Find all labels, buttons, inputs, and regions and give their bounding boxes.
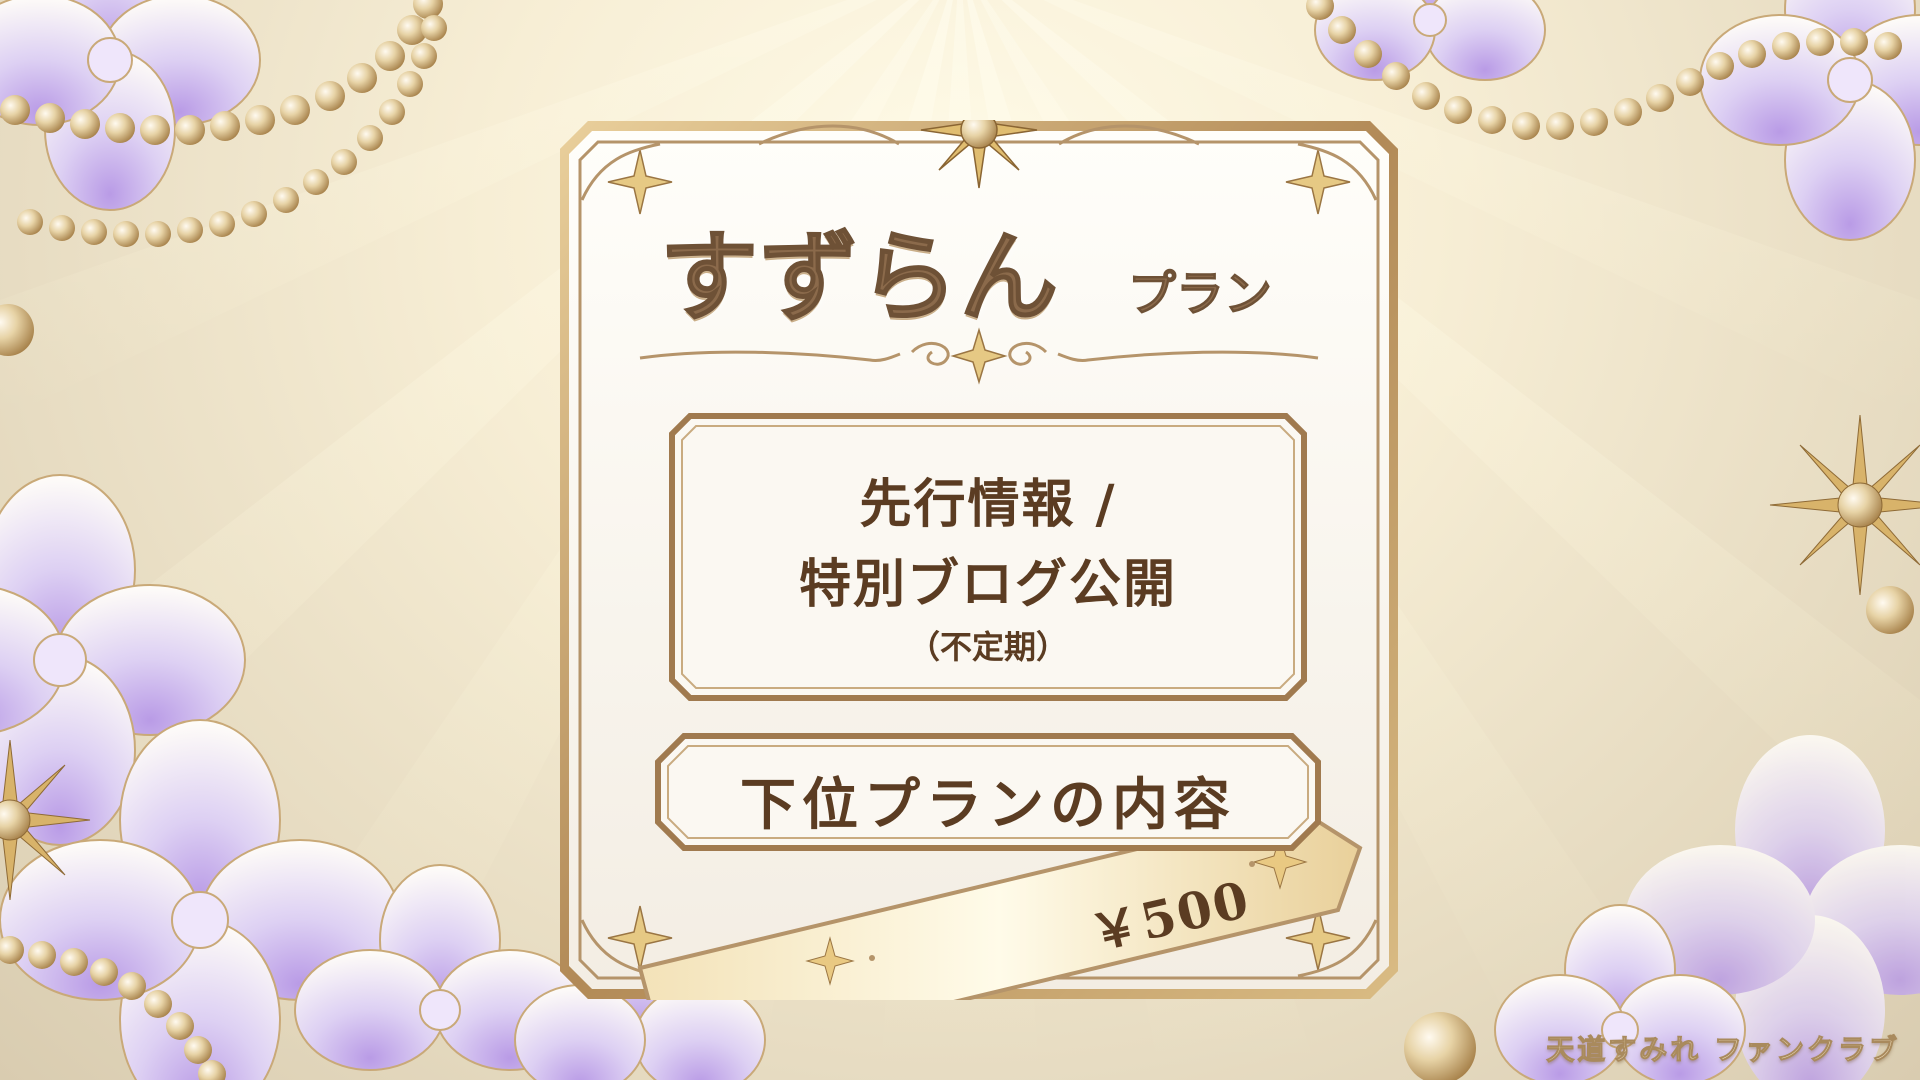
pearl-icon [1404, 1012, 1476, 1080]
brand-label: 天道すみれ ファンクラブ [1546, 1033, 1900, 1067]
plan-card: すずらん プラン 先行情報 / 特別ブログ公開 （不定期） 下位プランの内容 ￥… [560, 120, 1398, 1000]
flower-icon [0, 0, 261, 211]
price-label: ￥500 [1084, 869, 1256, 964]
sun-star-icon [1769, 414, 1920, 596]
